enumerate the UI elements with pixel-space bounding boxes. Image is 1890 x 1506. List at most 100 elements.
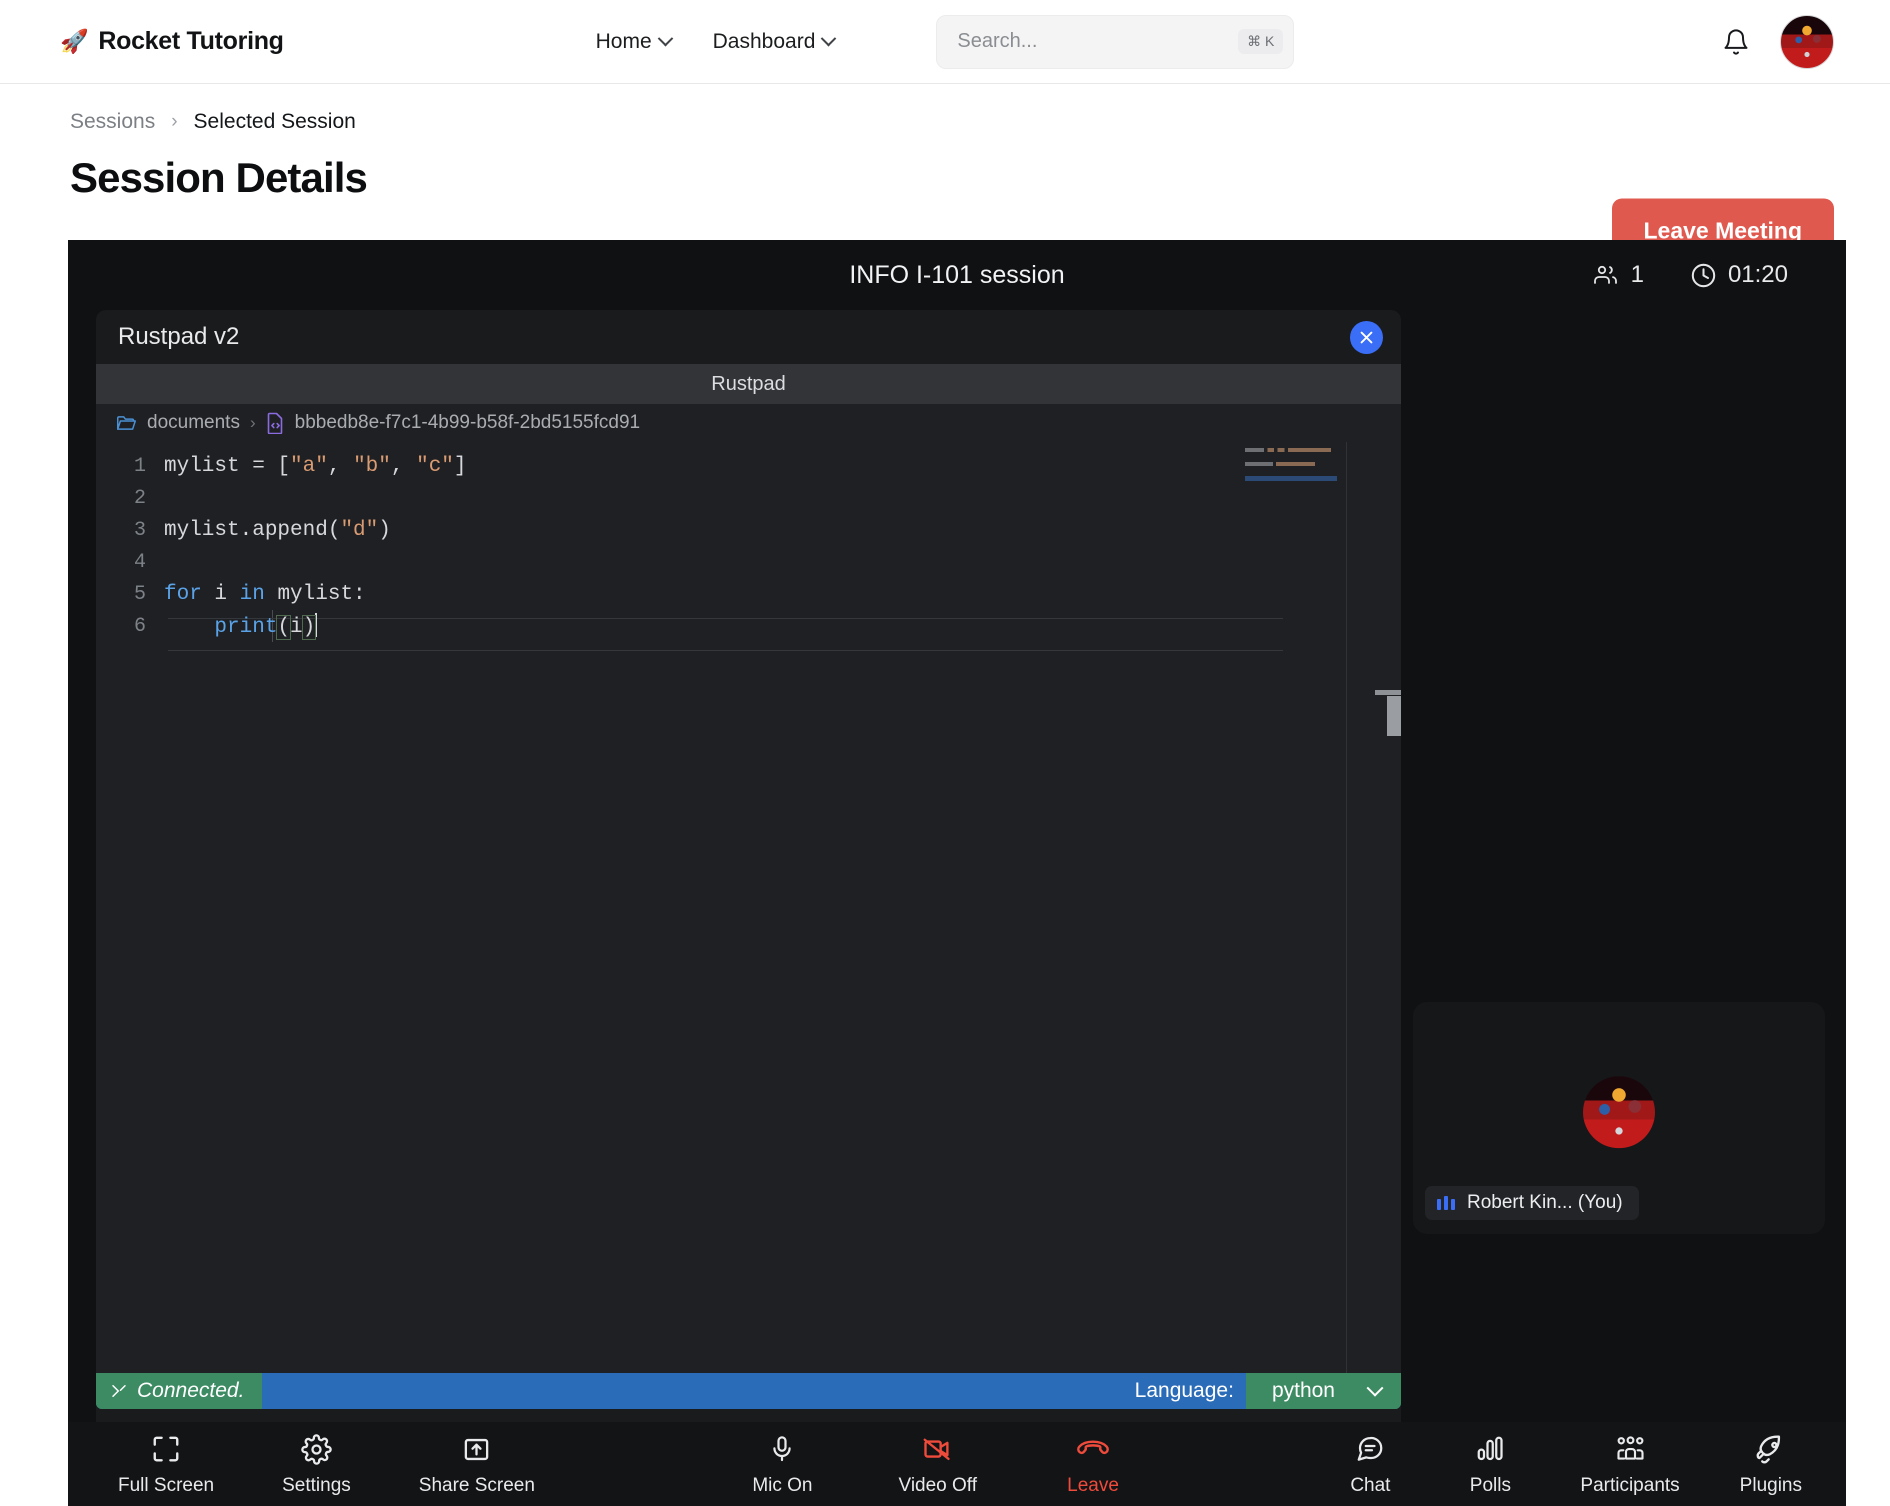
breadcrumb: Sessions › Selected Session	[70, 110, 1834, 134]
editor-path-breadcrumb: documents › bbbedb8e-f7c1-4b99-b58f-2bd5…	[96, 404, 1401, 442]
polls-label: Polls	[1470, 1475, 1511, 1497]
settings-button[interactable]: Settings	[282, 1432, 351, 1497]
minimap-row	[1245, 448, 1331, 452]
participants-icon	[1614, 1432, 1647, 1466]
mic-label: Mic On	[752, 1475, 812, 1497]
audio-level-icon	[1437, 1196, 1455, 1210]
rustpad-title: Rustpad v2	[118, 323, 239, 351]
line-number: 3	[96, 519, 164, 542]
participants-label: Participants	[1580, 1475, 1679, 1497]
participants-button[interactable]: Participants	[1580, 1432, 1679, 1497]
code-line: 1 mylist = ["a", "b", "c"]	[96, 450, 1401, 482]
clock-icon	[1690, 262, 1717, 289]
toolbar-left-group: Full Screen Settings S	[118, 1432, 535, 1497]
plugins-rocket-icon	[1755, 1432, 1786, 1466]
scrollbar-nub[interactable]	[1375, 690, 1401, 695]
nav-item-home[interactable]: Home	[596, 30, 671, 54]
breadcrumb-sessions[interactable]: Sessions	[70, 110, 155, 134]
hangup-icon	[1076, 1432, 1110, 1466]
nav-item-dashboard[interactable]: Dashboard	[713, 30, 835, 54]
toolbar-center-group: Mic On Video Off Leave	[752, 1432, 1123, 1497]
editor-minimap[interactable]	[1245, 448, 1341, 484]
mic-button[interactable]: Mic On	[752, 1432, 812, 1497]
avatar[interactable]	[1780, 15, 1834, 69]
code-lines: 1 mylist = ["a", "b", "c"] 2 3 mylist.ap…	[96, 450, 1401, 642]
brand-logo[interactable]: 🚀 Rocket Tutoring	[60, 27, 284, 56]
chevron-down-icon	[821, 31, 837, 47]
meeting-stage: INFO I-101 session 1	[68, 240, 1846, 1506]
rustpad-titlebar: Rustpad v2	[96, 310, 1401, 364]
meeting-stats: 1 01:20	[1592, 240, 1788, 310]
microphone-icon	[768, 1432, 796, 1466]
share-screen-button[interactable]: Share Screen	[419, 1432, 535, 1497]
full-screen-button[interactable]: Full Screen	[118, 1432, 214, 1497]
toolbar-right-group: Chat Polls	[1340, 1432, 1802, 1497]
plugins-label: Plugins	[1740, 1475, 1802, 1497]
nav-item-dashboard-label: Dashboard	[713, 30, 816, 54]
language-label: Language:	[1135, 1373, 1246, 1409]
close-icon[interactable]	[1350, 321, 1383, 354]
rustpad-tab-label: Rustpad	[711, 373, 786, 396]
text-cursor	[315, 613, 317, 637]
minimap-row	[1245, 455, 1341, 459]
participant-count: 1	[1631, 261, 1644, 289]
participant-count-group: 1	[1592, 261, 1644, 289]
code-text[interactable]: for i in mylist:	[164, 583, 366, 606]
code-line: 4	[96, 546, 1401, 578]
plug-icon	[110, 1382, 128, 1400]
scrollbar-thumb[interactable]	[1387, 696, 1401, 736]
rustpad-tabbar[interactable]: Rustpad	[96, 364, 1401, 404]
language-select[interactable]: python	[1246, 1373, 1401, 1409]
meeting-toolbar: Full Screen Settings S	[68, 1422, 1846, 1506]
code-text[interactable]: mylist.append("d")	[164, 519, 391, 542]
polls-button[interactable]: Polls	[1460, 1432, 1520, 1497]
elapsed-time-group: 01:20	[1690, 261, 1788, 289]
connection-status: Connected.	[96, 1373, 262, 1409]
meeting-header: INFO I-101 session 1	[68, 240, 1846, 310]
video-off-icon	[921, 1432, 955, 1466]
share-screen-label: Share Screen	[419, 1475, 535, 1497]
page-header: Sessions › Selected Session Session Deta…	[0, 84, 1890, 202]
code-editor[interactable]: 1 mylist = ["a", "b", "c"] 2 3 mylist.ap…	[96, 442, 1401, 1373]
participant-name: Robert Kin... (You)	[1467, 1192, 1623, 1214]
elapsed-time: 01:20	[1728, 261, 1788, 289]
code-line: 2	[96, 482, 1401, 514]
brand-name: Rocket Tutoring	[98, 27, 283, 56]
minimap-row	[1245, 469, 1341, 473]
gear-icon	[301, 1432, 332, 1466]
video-label: Video Off	[899, 1475, 978, 1497]
bell-icon[interactable]	[1722, 27, 1750, 57]
path-separator: ›	[250, 413, 256, 433]
line-number: 4	[96, 551, 164, 574]
minimap-row	[1245, 462, 1315, 466]
search-box[interactable]: ⌘ K	[936, 15, 1294, 69]
chat-icon	[1355, 1432, 1385, 1466]
settings-label: Settings	[282, 1475, 351, 1497]
participants-icon	[1592, 263, 1620, 287]
video-tile[interactable]: Robert Kin... (You)	[1413, 1002, 1825, 1234]
code-text[interactable]: mylist = ["a", "b", "c"]	[164, 455, 467, 478]
path-folder[interactable]: documents	[147, 412, 240, 434]
share-screen-icon	[462, 1432, 491, 1466]
plugins-button[interactable]: Plugins	[1740, 1432, 1802, 1497]
search-input[interactable]	[957, 30, 1238, 53]
breadcrumb-current: Selected Session	[194, 110, 356, 134]
current-line-border-bottom	[168, 650, 1283, 651]
code-line: 6 print(i)	[96, 610, 1401, 642]
code-text[interactable]: print(i)	[164, 613, 317, 639]
path-file[interactable]: bbbedb8e-f7c1-4b99-b58f-2bd5155fcd91	[295, 412, 640, 434]
polls-icon	[1475, 1432, 1505, 1466]
video-button[interactable]: Video Off	[899, 1432, 978, 1497]
chat-button[interactable]: Chat	[1340, 1432, 1400, 1497]
leave-call-button[interactable]: Leave	[1063, 1432, 1123, 1497]
line-number: 6	[96, 615, 164, 638]
leave-call-label: Leave	[1067, 1475, 1119, 1497]
folder-icon	[116, 414, 137, 432]
nav-right-cluster	[1722, 15, 1834, 69]
line-number: 1	[96, 455, 164, 478]
minimap-row-selected	[1245, 476, 1337, 481]
line-number: 2	[96, 487, 164, 510]
language-value: python	[1272, 1379, 1335, 1403]
nav-item-home-label: Home	[596, 30, 652, 54]
chevron-down-icon	[657, 31, 673, 47]
